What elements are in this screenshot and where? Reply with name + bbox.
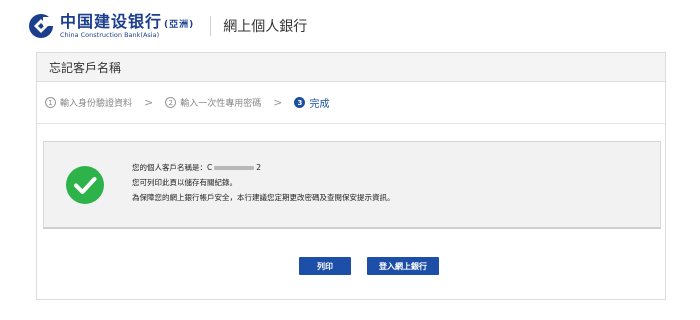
username-masked-bar (214, 166, 255, 170)
bank-name-en: China Construction Bank(Asia) (60, 30, 160, 39)
chevron-right-icon: > (144, 96, 154, 109)
print-button[interactable]: 列印 (299, 257, 351, 275)
chevron-right-icon: > (273, 96, 283, 109)
step-2: 2 輸入一次性專用密碼 (165, 96, 261, 109)
login-button[interactable]: 登入網上銀行 (367, 257, 439, 275)
step-3: 3 完成 (294, 95, 329, 110)
action-buttons: 列印 登入網上銀行 (37, 257, 665, 275)
print-note: 您可列印此頁以儲存有關紀錄。 (132, 178, 237, 187)
username-masked-end: 2 (256, 163, 262, 172)
security-advice: 為保障您的網上銀行帳戶安全，本行建議您定期更改密碼及查閱保安提示資訊。 (132, 193, 395, 202)
step-1: 1 輸入身份驗證資料 (45, 96, 132, 109)
step-2-number: 2 (165, 97, 177, 108)
progress-steps: 1 輸入身份驗證資料 > 2 輸入一次性專用密碼 > 3 完成 (37, 82, 665, 124)
ccb-logo-icon (29, 14, 53, 38)
username-prefix: 您的個人客戶名稱是： (132, 163, 207, 172)
bank-logo-text: 中国建设银行 (亞洲) China Construction Bank(Asia) (60, 11, 195, 39)
step-3-label: 完成 (309, 99, 330, 110)
result-box: 您的個人客戶名稱是：C 2 您可列印此頁以儲存有關紀錄。 為保障您的網上銀行帳戶安… (43, 141, 661, 229)
username-masked-start: C (207, 163, 213, 172)
page-heading: 網上個人銀行 (223, 19, 308, 35)
site-header: 中国建设银行 (亞洲) China Construction Bank(Asia)… (28, 10, 307, 42)
check-circle-icon (66, 166, 104, 204)
username-line: 您的個人客戶名稱是：C 2 (132, 160, 395, 175)
forgot-username-panel: 忘記客戶名稱 1 輸入身份驗證資料 > 2 輸入一次性專用密碼 > 3 完成 您… (36, 52, 666, 300)
step-1-label: 輸入身份驗證資料 (60, 99, 133, 109)
bank-name-cn: 中国建设银行 (60, 11, 163, 31)
header-divider (210, 16, 212, 36)
step-1-number: 1 (45, 97, 56, 108)
panel-title: 忘記客戶名稱 (49, 60, 122, 75)
step-3-number: 3 (294, 97, 306, 108)
result-message: 您的個人客戶名稱是：C 2 您可列印此頁以儲存有關紀錄。 為保障您的網上銀行帳戶安… (132, 160, 395, 205)
step-2-label: 輸入一次性專用密碼 (180, 99, 262, 109)
bank-name-asia: (亞洲) (164, 19, 195, 30)
panel-header: 忘記客戶名稱 (37, 53, 665, 82)
